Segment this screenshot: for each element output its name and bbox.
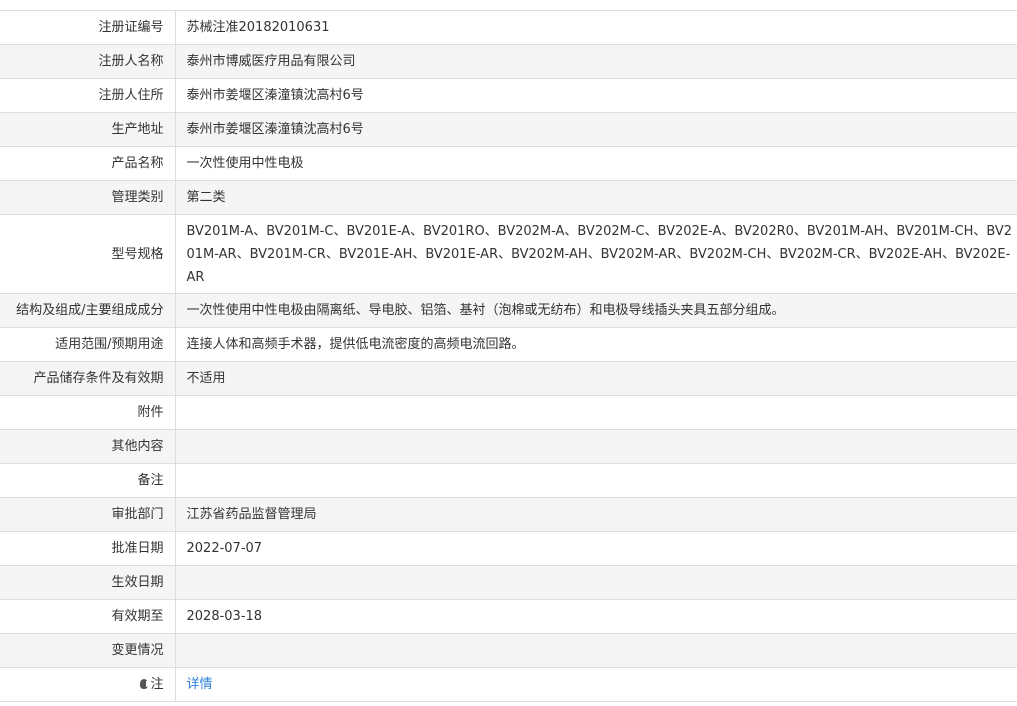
field-label: 生效日期	[0, 565, 176, 600]
row-registration-number: 注册证编号 苏械注准20182010631	[0, 10, 1017, 45]
field-value	[175, 463, 1017, 498]
note-label: 注	[150, 677, 164, 692]
row-registrant-address: 注册人住所 泰州市姜堰区溱潼镇沈高村6号	[0, 78, 1017, 113]
field-label: 其他内容	[0, 429, 176, 464]
row-model-spec: 型号规格 BV201M-A、BV201M-C、BV201E-A、BV201RO、…	[0, 214, 1017, 294]
field-label: 有效期至	[0, 599, 176, 634]
field-value: 不适用	[175, 361, 1017, 396]
note-value-cell: 详情	[175, 667, 1017, 702]
row-production-address: 生产地址 泰州市姜堰区溱潼镇沈高村6号	[0, 112, 1017, 147]
field-label: 备注	[0, 463, 176, 498]
field-value: 江苏省药品监督管理局	[175, 497, 1017, 532]
field-value: 泰州市姜堰区溱潼镇沈高村6号	[175, 78, 1017, 113]
details-link[interactable]: 详情	[187, 677, 213, 692]
row-remarks: 备注	[0, 463, 1017, 498]
note-label-cell: 注	[0, 667, 176, 702]
field-label: 注册人名称	[0, 44, 176, 79]
row-approval-date: 批准日期 2022-07-07	[0, 531, 1017, 566]
field-label: 注册人住所	[0, 78, 176, 113]
row-product-name: 产品名称 一次性使用中性电极	[0, 146, 1017, 181]
row-change-history: 变更情况	[0, 633, 1017, 668]
field-label: 产品名称	[0, 146, 176, 181]
field-value: 苏械注准20182010631	[175, 10, 1017, 45]
row-management-class: 管理类别 第二类	[0, 180, 1017, 215]
field-label: 审批部门	[0, 497, 176, 532]
field-label: 结构及组成/主要组成成分	[0, 293, 176, 328]
row-storage-validity: 产品储存条件及有效期 不适用	[0, 361, 1017, 396]
field-label: 变更情况	[0, 633, 176, 668]
row-note: 注 详情	[0, 667, 1017, 702]
registration-detail-table: 注册证编号 苏械注准20182010631 注册人名称 泰州市博威医疗用品有限公…	[0, 10, 1017, 702]
row-attachments: 附件	[0, 395, 1017, 430]
field-value	[175, 395, 1017, 430]
field-label: 管理类别	[0, 180, 176, 215]
field-value: 一次性使用中性电极	[175, 146, 1017, 181]
field-value	[175, 633, 1017, 668]
field-value: 一次性使用中性电极由隔离纸、导电胶、铝箔、基衬（泡棉或无纺布）和电极导线插头夹具…	[175, 293, 1017, 328]
field-value: 2028-03-18	[175, 599, 1017, 634]
field-value: 连接人体和高频手术器，提供低电流密度的高频电流回路。	[175, 327, 1017, 362]
row-valid-until: 有效期至 2028-03-18	[0, 599, 1017, 634]
row-structure-composition: 结构及组成/主要组成成分 一次性使用中性电极由隔离纸、导电胶、铝箔、基衬（泡棉或…	[0, 293, 1017, 328]
field-label: 注册证编号	[0, 10, 176, 45]
row-other-content: 其他内容	[0, 429, 1017, 464]
note-icon	[140, 679, 150, 689]
row-approval-department: 审批部门 江苏省药品监督管理局	[0, 497, 1017, 532]
field-label: 附件	[0, 395, 176, 430]
field-value: 2022-07-07	[175, 531, 1017, 566]
field-value: 泰州市博威医疗用品有限公司	[175, 44, 1017, 79]
field-label: 批准日期	[0, 531, 176, 566]
field-label: 产品储存条件及有效期	[0, 361, 176, 396]
field-label: 适用范围/预期用途	[0, 327, 176, 362]
row-registrant-name: 注册人名称 泰州市博威医疗用品有限公司	[0, 44, 1017, 79]
row-intended-use: 适用范围/预期用途 连接人体和高频手术器，提供低电流密度的高频电流回路。	[0, 327, 1017, 362]
field-value	[175, 565, 1017, 600]
field-value: 第二类	[175, 180, 1017, 215]
row-effective-date: 生效日期	[0, 565, 1017, 600]
field-label: 生产地址	[0, 112, 176, 147]
field-value: BV201M-A、BV201M-C、BV201E-A、BV201RO、BV202…	[175, 214, 1017, 294]
field-value: 泰州市姜堰区溱潼镇沈高村6号	[175, 112, 1017, 147]
field-label: 型号规格	[0, 214, 176, 294]
field-value	[175, 429, 1017, 464]
